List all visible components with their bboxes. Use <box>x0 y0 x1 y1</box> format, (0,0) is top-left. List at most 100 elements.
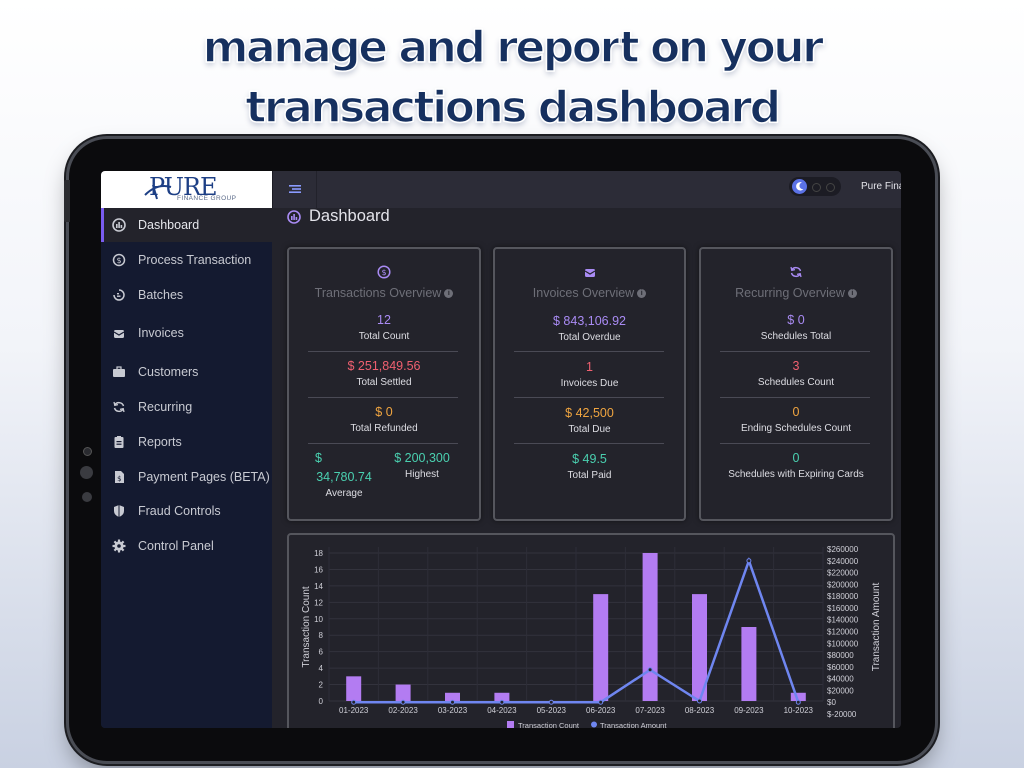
invoices-overview-card: Invoices Overview i $ 843,106.92 Total Ov… <box>493 247 686 521</box>
svg-text:$: $ <box>116 256 121 265</box>
logo[interactable]: PURE FINANCE GROUP <box>101 171 272 208</box>
total-due-value: $ 42,500 <box>565 406 614 420</box>
y-right-tick-label: $160000 <box>827 604 859 613</box>
sidebar-item-label: Batches <box>138 288 184 302</box>
batches-icon <box>112 288 126 302</box>
invoices-due-value: 1 <box>586 360 593 374</box>
divider <box>720 397 870 398</box>
sidebar-item-reports[interactable]: Reports <box>101 425 272 459</box>
total-settled-stat: $ 251,849.56 Total Settled <box>289 359 479 389</box>
total-count-stat: 12 Total Count <box>289 313 479 343</box>
divider <box>316 171 317 208</box>
y-right-tick-label: $220000 <box>827 569 859 578</box>
chart-point <box>746 558 752 564</box>
sidebar-item-payment-pages[interactable]: $ Payment Pages (BETA) <box>101 460 272 494</box>
x-tick-label: 07-2023 <box>635 706 665 715</box>
invoice-icon <box>495 265 684 279</box>
sidebar-item-fraud-controls[interactable]: Fraud Controls <box>101 494 272 528</box>
x-tick-label: 09-2023 <box>734 706 764 715</box>
y-tick-label: 0 <box>319 697 324 706</box>
svg-text:$: $ <box>381 268 386 277</box>
y-tick-label: 12 <box>314 598 323 607</box>
sidebar-item-label: Payment Pages (BETA) <box>138 470 270 484</box>
chart-bar <box>346 676 362 701</box>
menu-toggle-icon[interactable] <box>287 181 303 197</box>
chart-point <box>450 699 455 705</box>
clipboard-icon <box>112 435 126 449</box>
sidebar-item-recurring[interactable]: Recurring <box>101 390 272 424</box>
ending-schedules-stat: 0 Ending Schedules Count <box>701 405 891 435</box>
app-screen: PURE FINANCE GROUP Dashboard $ Process T… <box>101 171 901 728</box>
chart-point <box>548 699 554 705</box>
x-tick-label: 04-2023 <box>487 706 517 715</box>
divider <box>720 443 870 444</box>
average-value: 34,780.74 <box>316 470 372 484</box>
headline: manage and report on your transactions d… <box>0 18 1024 138</box>
sidebar: Dashboard $ Process Transaction Batches … <box>101 208 272 728</box>
page-title: Dashboard <box>287 207 390 226</box>
x-tick-label: 05-2023 <box>537 706 567 715</box>
dashboard-icon <box>287 209 301 224</box>
total-overdue-value: $ 843,106.92 <box>553 314 626 328</box>
org-name[interactable]: Pure Finan <box>861 181 901 192</box>
schedules-count-value: 3 <box>792 359 800 373</box>
sidebar-item-control-panel[interactable]: Control Panel <box>101 529 272 563</box>
y-right-tick-label: $60000 <box>827 663 854 672</box>
y-right-tick-label: $200000 <box>827 580 859 589</box>
invoices-due-stat: 1 Invoices Due <box>495 360 684 390</box>
x-tick-label: 01-2023 <box>339 706 369 715</box>
chart-point <box>697 698 702 704</box>
average-stat: $ 34,780.74 Average <box>289 451 399 500</box>
page-title-text: Dashboard <box>309 207 390 225</box>
dollar-cycle-icon: $ <box>112 253 126 267</box>
briefcase-icon <box>112 365 126 379</box>
theme-toggle[interactable] <box>789 177 841 196</box>
total-refunded-value: $ 0 <box>375 405 393 419</box>
sidebar-item-dashboard[interactable]: Dashboard <box>101 208 272 242</box>
total-overdue-label: Total Overdue <box>558 332 621 343</box>
sidebar-item-batches[interactable]: Batches <box>101 278 272 312</box>
chart-point <box>499 699 505 705</box>
x-tick-label: 02-2023 <box>388 706 418 715</box>
power-button <box>64 180 70 222</box>
dollar-cycle-icon: $ <box>289 265 479 279</box>
sidebar-item-customers[interactable]: Customers <box>101 355 272 389</box>
y-right-tick-label: $-20000 <box>827 710 857 719</box>
y-right-tick-label: $100000 <box>827 639 859 648</box>
sidebar-item-invoices[interactable]: Invoices <box>101 316 272 350</box>
y-right-tick-label: $120000 <box>827 628 859 637</box>
y-right-tick-label: $260000 <box>827 545 859 554</box>
sidebar-item-label: Recurring <box>138 400 193 414</box>
divider <box>308 397 458 398</box>
sidebar-item-label: Reports <box>138 435 182 449</box>
ending-schedules-value: 0 <box>792 405 800 419</box>
auto-theme-icon <box>812 183 821 192</box>
sidebar-item-process-transaction[interactable]: $ Process Transaction <box>101 243 272 277</box>
payment-page-icon: $ <box>112 470 126 484</box>
total-settled-label: Total Settled <box>356 377 412 388</box>
y-tick-label: 18 <box>314 549 323 558</box>
chart-point <box>400 699 406 705</box>
info-icon[interactable]: i <box>637 289 647 299</box>
chart-bar <box>395 684 411 701</box>
info-icon[interactable]: i <box>847 289 857 299</box>
sidebar-item-label: Dashboard <box>138 218 200 232</box>
y-tick-label: 16 <box>314 565 323 574</box>
chart-point <box>598 699 604 705</box>
x-tick-label: 03-2023 <box>438 706 468 715</box>
chart-point <box>351 699 357 705</box>
card-title: Invoices Overview i <box>495 286 684 300</box>
y-right-tick-label: $180000 <box>827 592 859 601</box>
y-tick-label: 10 <box>314 615 323 624</box>
headline-line-2: transactions dashboard <box>245 81 782 134</box>
logo-subtitle: FINANCE GROUP <box>177 195 237 202</box>
legend-label: Transaction Amount <box>600 721 667 728</box>
dashboard-icon <box>112 218 126 232</box>
info-icon[interactable]: i <box>444 289 454 299</box>
x-tick-label: 10-2023 <box>784 706 814 715</box>
y-axis-title: Transaction Count <box>301 586 312 668</box>
y-right-tick-label: $0 <box>827 698 836 707</box>
total-due-label: Total Due <box>568 424 611 435</box>
expiring-cards-label: Schedules with Expiring Cards <box>728 469 864 480</box>
legend-swatch <box>591 721 597 728</box>
